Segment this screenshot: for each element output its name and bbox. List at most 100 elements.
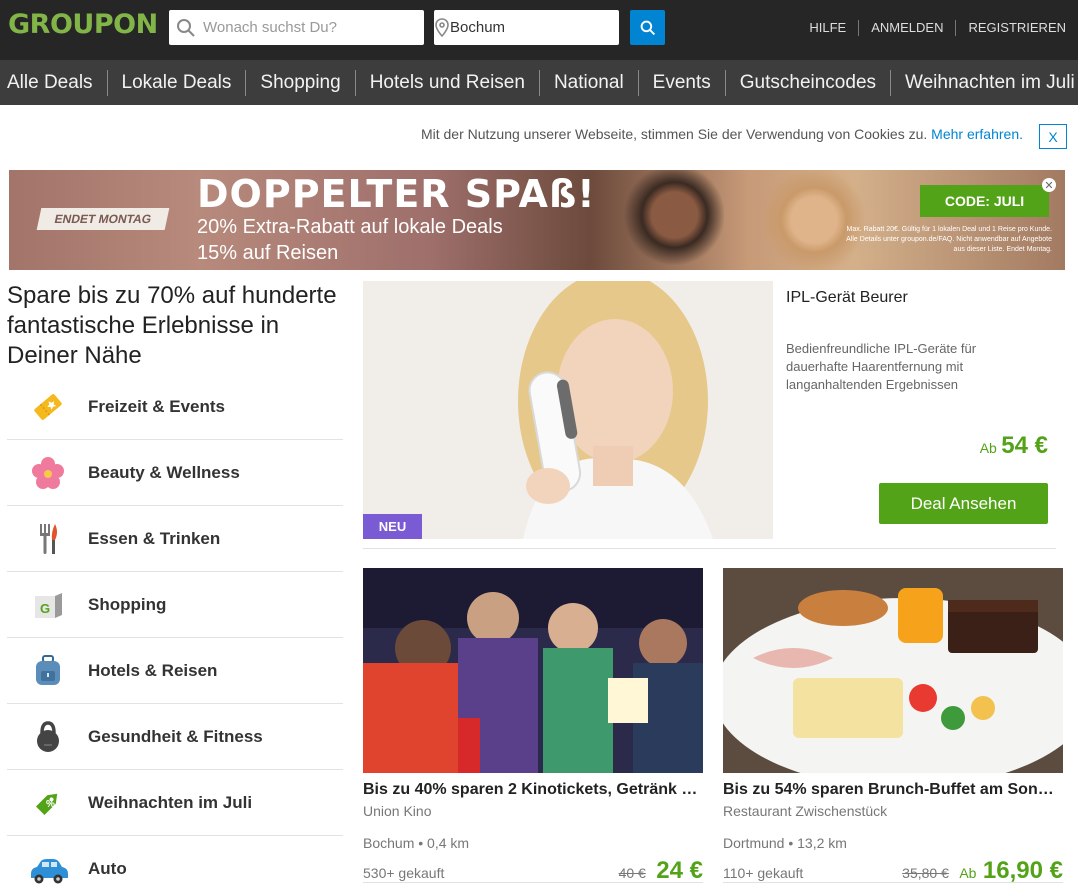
deal-sold-count: 530+ gekauft — [363, 865, 445, 881]
deal-footer: 110+ gekauft 35,80 € Ab 16,90 € — [723, 857, 1063, 884]
featured-deal-description: Bedienfreundliche IPL-Geräte für dauerha… — [786, 341, 977, 392]
header-links: HILFE ANMELDEN REGISTRIEREN — [797, 20, 1066, 36]
category-list: Freizeit & Events Beauty & Wellness Esse… — [7, 374, 343, 891]
banner-photo-woman-2 — [754, 170, 874, 270]
location-box[interactable] — [434, 10, 649, 45]
nav-item-shopping[interactable]: Shopping — [245, 69, 354, 96]
category-label: Weihnachten im Juli — [88, 792, 253, 812]
deal-distance: • 0,4 km — [418, 835, 470, 851]
shopping-bag-icon: G — [7, 585, 88, 625]
svg-text:G: G — [39, 601, 49, 616]
deal-merchant: Restaurant Zwischenstück — [723, 803, 888, 819]
nav-item-local-deals[interactable]: Lokale Deals — [106, 69, 246, 96]
featured-deal-price: Ab 54 € — [980, 432, 1048, 460]
flower-icon — [7, 453, 88, 493]
category-item-leisure[interactable]: Freizeit & Events — [7, 374, 343, 440]
featured-deal-title[interactable]: IPL-Gerät Beurer — [786, 289, 908, 307]
category-item-shopping[interactable]: G Shopping — [7, 572, 343, 638]
divider — [363, 882, 703, 883]
banner-photo-woman-1 — [614, 170, 724, 270]
deal-card[interactable]: Bis zu 54% sparen Brunch-Buffet am Sonnt… — [723, 568, 1063, 884]
category-label: Hotels & Reisen — [88, 660, 218, 680]
nav-item-national[interactable]: National — [538, 69, 638, 96]
login-link[interactable]: ANMELDEN — [858, 20, 955, 36]
cookie-text: Mit der Nutzung unserer Webseite, stimme… — [420, 126, 928, 142]
svg-text:%: % — [46, 799, 55, 810]
deal-old-price: 40 € — [618, 865, 646, 881]
hero-title: Spare bis zu 70% auf hunderte fantastisc… — [7, 282, 337, 369]
location-pin-icon — [434, 17, 450, 38]
category-label: Gesundheit & Fitness — [88, 726, 263, 746]
nav-item-all-deals[interactable]: Alle Deals — [0, 70, 107, 96]
deal-footer: 530+ gekauft 40 € 24 € — [363, 857, 703, 884]
category-label: Freizeit & Events — [88, 396, 225, 416]
featured-deal-image[interactable] — [363, 281, 773, 539]
category-item-beauty[interactable]: Beauty & Wellness — [7, 440, 343, 506]
help-link[interactable]: HILFE — [797, 20, 858, 36]
brunch-photo-illustration — [723, 568, 1063, 773]
nav-item-hotels-travel[interactable]: Hotels und Reisen — [354, 69, 539, 96]
category-item-christmas[interactable]: % Weihnachten im Juli — [7, 770, 343, 836]
deal-new-price: 24 € — [656, 857, 703, 884]
banner-headline: DOPPELTER SPAß! — [197, 172, 596, 216]
banner-line-1: 20% Extra-Rabatt auf lokale Deals — [197, 216, 503, 238]
search-input[interactable] — [203, 19, 403, 36]
deal-city: Bochum — [363, 835, 415, 851]
banner-close-icon[interactable]: ✕ — [1042, 178, 1056, 192]
search-button[interactable] — [630, 10, 665, 45]
deal-distance: • 13,2 km — [788, 835, 847, 851]
top-header: GROUPON HILFE ANMELDEN REGISTRIEREN — [0, 0, 1078, 60]
deal-location: Dortmund • 13,2 km — [723, 835, 1063, 851]
category-label: Beauty & Wellness — [88, 462, 240, 482]
deal-title[interactable]: Bis zu 40% sparen 2 Kinotickets, Getränk… — [363, 781, 703, 799]
deal-sold-count: 110+ gekauft — [723, 865, 804, 881]
ticket-icon — [7, 387, 88, 427]
nav-item-coupons[interactable]: Gutscheincodes — [724, 69, 890, 96]
car-icon — [7, 849, 88, 889]
deal-price: 35,80 € Ab 16,90 € — [902, 857, 1063, 885]
category-item-food[interactable]: Essen & Trinken — [7, 506, 343, 572]
search-box[interactable] — [169, 10, 424, 45]
promo-banner[interactable]: ENDET MONTAG DOPPELTER SPAß! 20% Extra-R… — [9, 170, 1065, 270]
new-badge: NEU — [363, 514, 422, 539]
banner-code-badge: CODE: JULI — [920, 185, 1049, 217]
category-item-health[interactable]: Gesundheit & Fitness — [7, 704, 343, 770]
divider — [723, 882, 1063, 883]
divider — [363, 548, 1056, 549]
deal-merchant: Union Kino — [363, 803, 432, 819]
banner-fineprint: Max. Rabatt 20€. Gültig für 1 lokalen De… — [846, 226, 1052, 253]
search-icon — [169, 18, 203, 38]
nav-item-christmas-july[interactable]: Weihnachten im Juli — [890, 69, 1078, 96]
cutlery-icon — [7, 519, 88, 559]
category-label: Shopping — [88, 594, 167, 614]
price-value: 54 € — [1001, 432, 1048, 459]
deal-old-price: 35,80 € — [902, 865, 949, 881]
backpack-icon — [7, 651, 88, 691]
deal-image-brunch[interactable] — [723, 568, 1063, 773]
category-item-hotels[interactable]: Hotels & Reisen — [7, 638, 343, 704]
price-tag-icon: % — [7, 783, 88, 823]
category-label: Auto — [88, 858, 127, 878]
deal-card[interactable]: Bis zu 40% sparen 2 Kinotickets, Getränk… — [363, 568, 703, 884]
deal-location: Bochum • 0,4 km — [363, 835, 703, 851]
deal-image-cinema[interactable] — [363, 568, 703, 773]
groupon-logo[interactable]: GROUPON — [8, 9, 158, 40]
category-item-auto[interactable]: Auto — [7, 836, 343, 891]
register-link[interactable]: REGISTRIEREN — [955, 20, 1066, 36]
deal-title[interactable]: Bis zu 54% sparen Brunch-Buffet am Sonnt… — [723, 781, 1063, 799]
nav-item-events[interactable]: Events — [637, 69, 725, 96]
deal-price: 40 € 24 € — [619, 857, 703, 885]
cookie-close-button[interactable]: X — [1039, 124, 1067, 149]
deal-price-prefix: Ab — [959, 865, 977, 881]
cookie-more-link[interactable]: Mehr erfahren. — [931, 126, 1023, 142]
deal-new-price: 16,90 € — [982, 857, 1063, 884]
category-nav: Alle Deals Lokale Deals Shopping Hotels … — [0, 60, 1078, 105]
view-deal-button[interactable]: Deal Ansehen — [879, 483, 1048, 524]
deal-city: Dortmund — [723, 835, 785, 851]
woman-with-ipl-device-illustration — [363, 281, 773, 539]
price-prefix: Ab — [979, 440, 997, 456]
search-icon — [640, 20, 655, 35]
location-input[interactable] — [450, 19, 649, 36]
cookie-notice: Mit der Nutzung unserer Webseite, stimme… — [421, 126, 1023, 142]
banner-line-2: 15% auf Reisen — [197, 242, 339, 264]
